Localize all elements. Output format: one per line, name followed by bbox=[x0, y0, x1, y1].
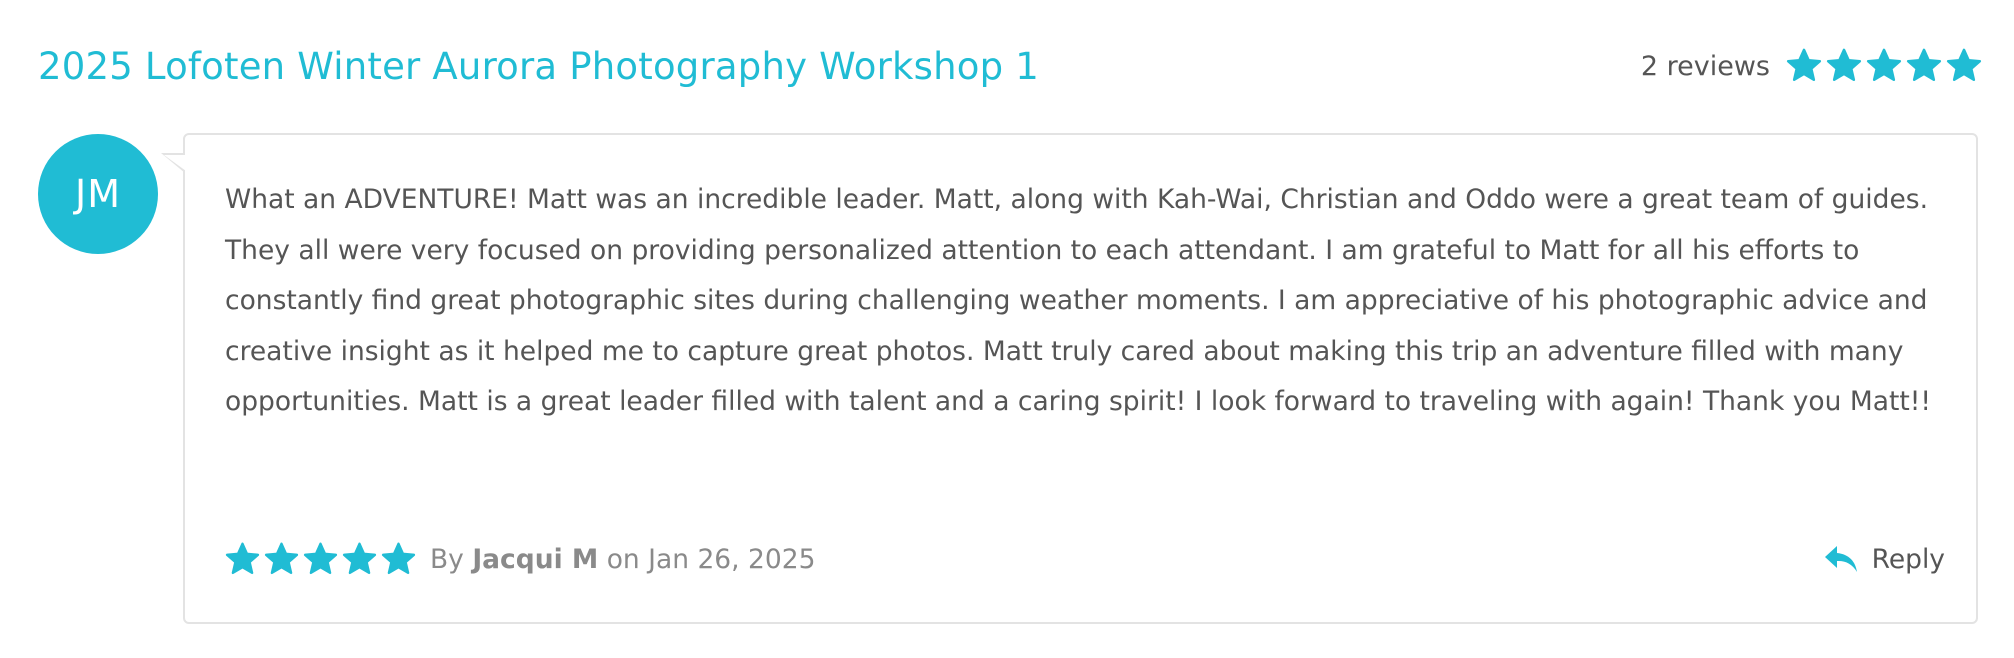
star-icon bbox=[225, 542, 260, 577]
star-icon bbox=[1906, 48, 1942, 84]
review-byline: By Jacqui M on Jan 26, 2025 bbox=[430, 544, 815, 575]
review-date: Jan 26, 2025 bbox=[648, 543, 816, 575]
star-icon bbox=[381, 542, 416, 577]
on-label: on bbox=[606, 543, 640, 575]
avatar-initials: JM bbox=[75, 172, 121, 216]
review-star-rating bbox=[225, 542, 416, 577]
review-footer: By Jacqui M on Jan 26, 2025 Reply bbox=[225, 539, 1945, 579]
star-icon bbox=[342, 542, 377, 577]
reply-button[interactable]: Reply bbox=[1824, 544, 1945, 575]
star-icon bbox=[1786, 48, 1822, 84]
review-count: 2 reviews bbox=[1640, 50, 1770, 82]
reply-arrow-icon bbox=[1824, 545, 1858, 573]
product-title-link[interactable]: 2025 Lofoten Winter Aurora Photography W… bbox=[38, 45, 1039, 88]
review-card: What an ADVENTURE! Matt was an incredibl… bbox=[161, 133, 1978, 624]
star-icon bbox=[303, 542, 338, 577]
review-meta: By Jacqui M on Jan 26, 2025 bbox=[225, 542, 815, 577]
summary-star-rating bbox=[1786, 48, 1982, 84]
avatar: JM bbox=[38, 134, 158, 254]
rating-summary: 2 reviews bbox=[1641, 48, 1982, 84]
review-header: 2025 Lofoten Winter Aurora Photography W… bbox=[38, 36, 1982, 96]
star-icon bbox=[1866, 48, 1902, 84]
star-icon bbox=[1946, 48, 1982, 84]
by-label: By bbox=[430, 543, 464, 575]
review-author: Jacqui M bbox=[472, 543, 599, 575]
star-icon bbox=[1826, 48, 1862, 84]
review-text: What an ADVENTURE! Matt was an incredibl… bbox=[225, 184, 1931, 417]
star-icon bbox=[264, 542, 299, 577]
reply-label: Reply bbox=[1871, 543, 1945, 575]
